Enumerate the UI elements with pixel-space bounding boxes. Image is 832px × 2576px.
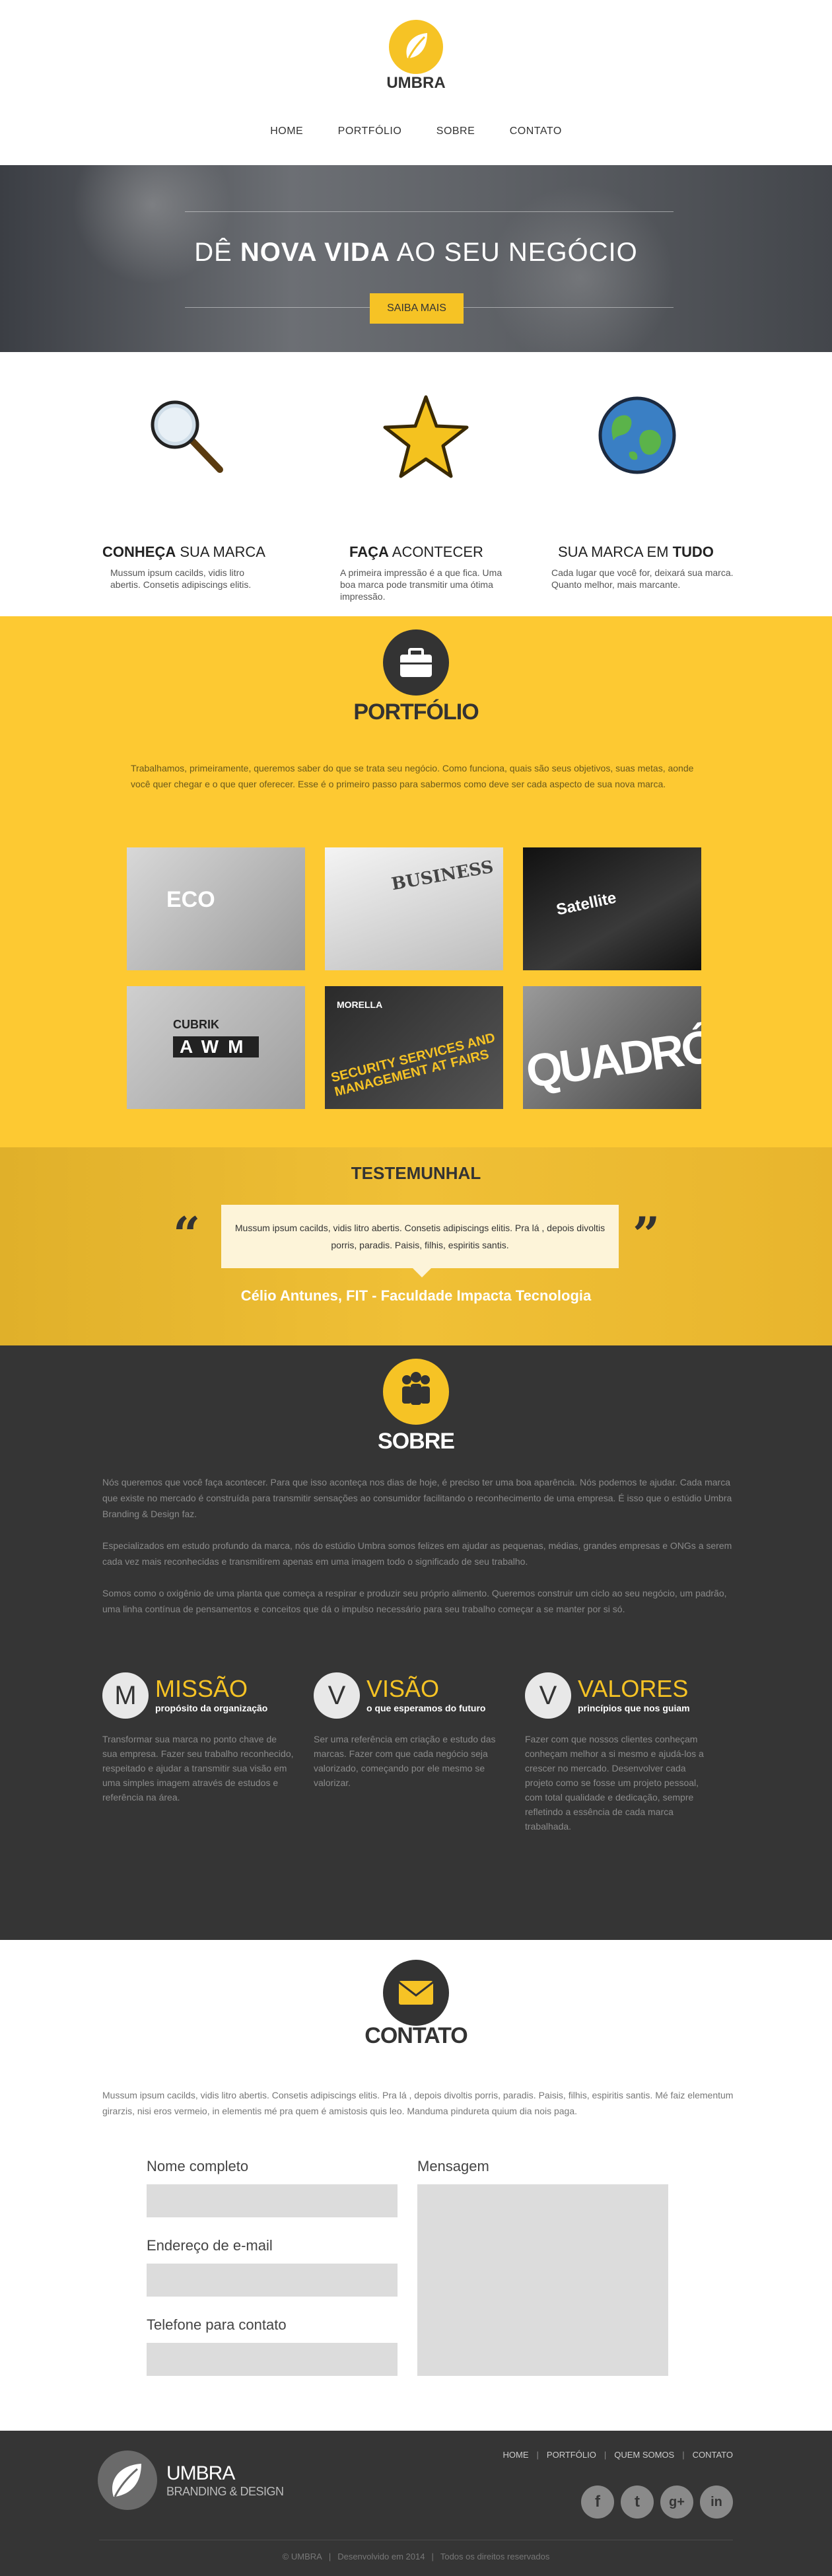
nav-contato[interactable]: CONTATO [510, 125, 562, 137]
hero-title: DÊ NOVA VIDA AO SEU NEGÓCIO [0, 238, 832, 268]
missao-text: Transformar sua marca no ponto chave de … [102, 1734, 294, 1803]
contato-section: CONTATO Mussum ipsum cacilds, vidis litr… [0, 1940, 832, 2431]
facebook-icon[interactable]: f [581, 2486, 614, 2519]
quote-box: Mussum ipsum cacilds, vidis litro aberti… [221, 1205, 619, 1277]
portfolio-thumb-satellite[interactable]: Satellite [523, 847, 701, 970]
name-field[interactable] [147, 2184, 398, 2217]
message-textarea[interactable] [417, 2184, 668, 2376]
site-header: UMBRA HOME PORTFÓLIO SOBRE CONTATO [0, 0, 832, 165]
message-label: Mensagem [417, 2158, 489, 2174]
thumb-sublabel: SECURITY SERVICES AND MANAGEMENT AT FAIR… [329, 1030, 497, 1100]
missao-letter-icon: M [102, 1672, 149, 1719]
hero-banner: DÊ NOVA VIDA AO SEU NEGÓCIO SAIBA MAIS [0, 165, 832, 352]
email-label: Endereço de e-mail [147, 2237, 273, 2254]
footer-tagline: BRANDING & DESIGN [166, 2485, 284, 2498]
portfolio-thumb-business[interactable]: BUSINESS [325, 847, 503, 970]
testimonial-author: Célio Antunes, FIT - Faculdade Impacta T… [240, 1287, 592, 1304]
phone-label: Telefone para contato [147, 2316, 287, 2333]
sobre-paragraph-3: Somos como o oxigênio de uma planta que … [102, 1588, 727, 1614]
missao-subtitle: propósito da organização [155, 1703, 268, 1713]
logo-text[interactable]: UMBRA [0, 74, 832, 92]
portfolio-text: Trabalhamos, primeiramente, queremos sab… [131, 763, 694, 789]
footer-nav-quem-somos[interactable]: QUEM SOMOS [614, 2450, 674, 2460]
visao-title: VISÃO [366, 1675, 440, 1702]
feature-text-tudo: Cada lugar que você for, deixará sua mar… [551, 567, 734, 590]
feature-title-tudo: SUA MARCA EM TUDO [558, 544, 714, 560]
twitter-icon[interactable]: t [621, 2486, 654, 2519]
quote-close-icon: ” [633, 1206, 660, 1262]
valores-title: VALORES [578, 1675, 689, 1702]
thumb-label: CUBRIK [173, 1018, 219, 1031]
valores-letter-icon: V [525, 1672, 571, 1719]
sobre-paragraph-1: Nós queremos que você faça acontecer. Pa… [102, 1477, 732, 1519]
linkedin-icon[interactable]: in [700, 2486, 733, 2519]
magnifier-icon [151, 400, 223, 473]
sobre-title: SOBRE [378, 1429, 455, 1454]
valores-text: Fazer com que nossos clientes conheçam c… [525, 1734, 704, 1832]
portfolio-thumb-cubrik[interactable]: CUBRIK AWM [127, 986, 305, 1109]
footer-copyright: © UMBRA | Desenvolvido em 2014 | Todos os di… [282, 2552, 550, 2561]
google-plus-icon[interactable]: g+ [660, 2486, 693, 2519]
feature-title-conheca: CONHEÇA SUA MARCA [102, 544, 265, 560]
star-icon [383, 395, 469, 478]
copyright-year: Desenvolvido em 2014 [337, 2552, 425, 2561]
footer-leaf-icon[interactable] [98, 2451, 157, 2510]
globe-icon [598, 396, 676, 474]
hero-title-post: AO SEU NEGÓCIO [390, 238, 638, 267]
thumb-label: BUSINESS [390, 857, 495, 895]
footer-brand: UMBRA [166, 2462, 235, 2484]
team-icon [383, 1359, 449, 1425]
copyright-rights: Todos os direitos reservados [440, 2552, 550, 2561]
contato-text: Mussum ipsum cacilds, vidis litro aberti… [102, 2090, 734, 2116]
visao-subtitle: o que esperamos do futuro [366, 1703, 486, 1713]
feature-title-faca: FAÇA ACONTECER [349, 544, 483, 560]
thumb-label: Satellite [555, 888, 618, 919]
thumb-label: MORELLA [337, 999, 383, 1010]
features-section: CONHEÇA SUA MARCA Mussum ipsum cacilds, … [0, 352, 832, 616]
footer-nav-portfolio[interactable]: PORTFÓLIO [547, 2450, 596, 2460]
testimonial-quote: Mussum ipsum cacilds, vidis litro aberti… [234, 1223, 606, 1250]
nav-portfolio[interactable]: PORTFÓLIO [338, 125, 402, 137]
briefcase-icon [383, 629, 449, 696]
valores-subtitle: princípios que nos guiam [578, 1703, 690, 1713]
visao-letter-icon: V [314, 1672, 360, 1719]
thumb-label: QUADRÓ [523, 1020, 701, 1098]
sobre-paragraph-2: Especializados em estudo profundo da mar… [102, 1540, 732, 1567]
hero-title-bold: NOVA VIDA [240, 238, 390, 267]
testimonial-title: TESTEMUNHAL [351, 1163, 481, 1183]
email-field[interactable] [147, 2264, 398, 2297]
phone-field[interactable] [147, 2343, 398, 2376]
saiba-mais-button[interactable]: SAIBA MAIS [370, 293, 464, 324]
thumb-label: ECO [166, 887, 215, 912]
testimonial-section: TESTEMUNHAL “ Mussum ipsum cacilds, vidi… [0, 1147, 832, 1345]
portfolio-thumb-quadro[interactable]: QUADRÓ [523, 986, 701, 1109]
site-footer: UMBRA BRANDING & DESIGN HOME | PORTFÓLIO | Q… [0, 2431, 832, 2576]
sobre-section: SOBRE Nós queremos que você faça acontec… [0, 1345, 832, 1940]
thumb-sublabel: AWM [173, 1036, 260, 1057]
footer-nav: HOME | PORTFÓLIO | QUEM SOMOS | CONTATO [503, 2450, 733, 2460]
footer-nav-contato[interactable]: CONTATO [693, 2450, 733, 2460]
contato-title: CONTATO [364, 2023, 468, 2048]
portfolio-section: PORTFÓLIO Trabalhamos, primeiramente, qu… [0, 616, 832, 1147]
nav-home[interactable]: HOME [270, 125, 303, 137]
portfolio-thumb-morella[interactable]: MORELLA SECURITY SERVICES AND MANAGEMENT… [325, 986, 503, 1109]
portfolio-thumb-eco[interactable]: ECO [127, 847, 305, 970]
logo-leaf-icon[interactable] [389, 20, 443, 74]
missao-title: MISSÃO [155, 1675, 248, 1702]
main-nav: HOME PORTFÓLIO SOBRE CONTATO [0, 125, 832, 137]
feature-text-conheca: Mussum ipsum cacilds, vidis litro aberti… [110, 567, 252, 590]
hero-divider-top [185, 211, 674, 212]
name-label: Nome completo [147, 2158, 249, 2174]
portfolio-title: PORTFÓLIO [353, 699, 479, 725]
copyright-brand: © UMBRA [282, 2552, 322, 2561]
nav-sobre[interactable]: SOBRE [436, 125, 475, 137]
feature-text-faca: A primeira impressão é a que fica. Uma b… [340, 567, 503, 602]
hero-title-pre: DÊ [194, 238, 240, 267]
quote-open-icon: “ [173, 1206, 201, 1262]
envelope-icon [383, 1960, 449, 2026]
footer-nav-home[interactable]: HOME [503, 2450, 529, 2460]
visao-text: Ser uma referência em criação e estudo d… [314, 1734, 496, 1788]
